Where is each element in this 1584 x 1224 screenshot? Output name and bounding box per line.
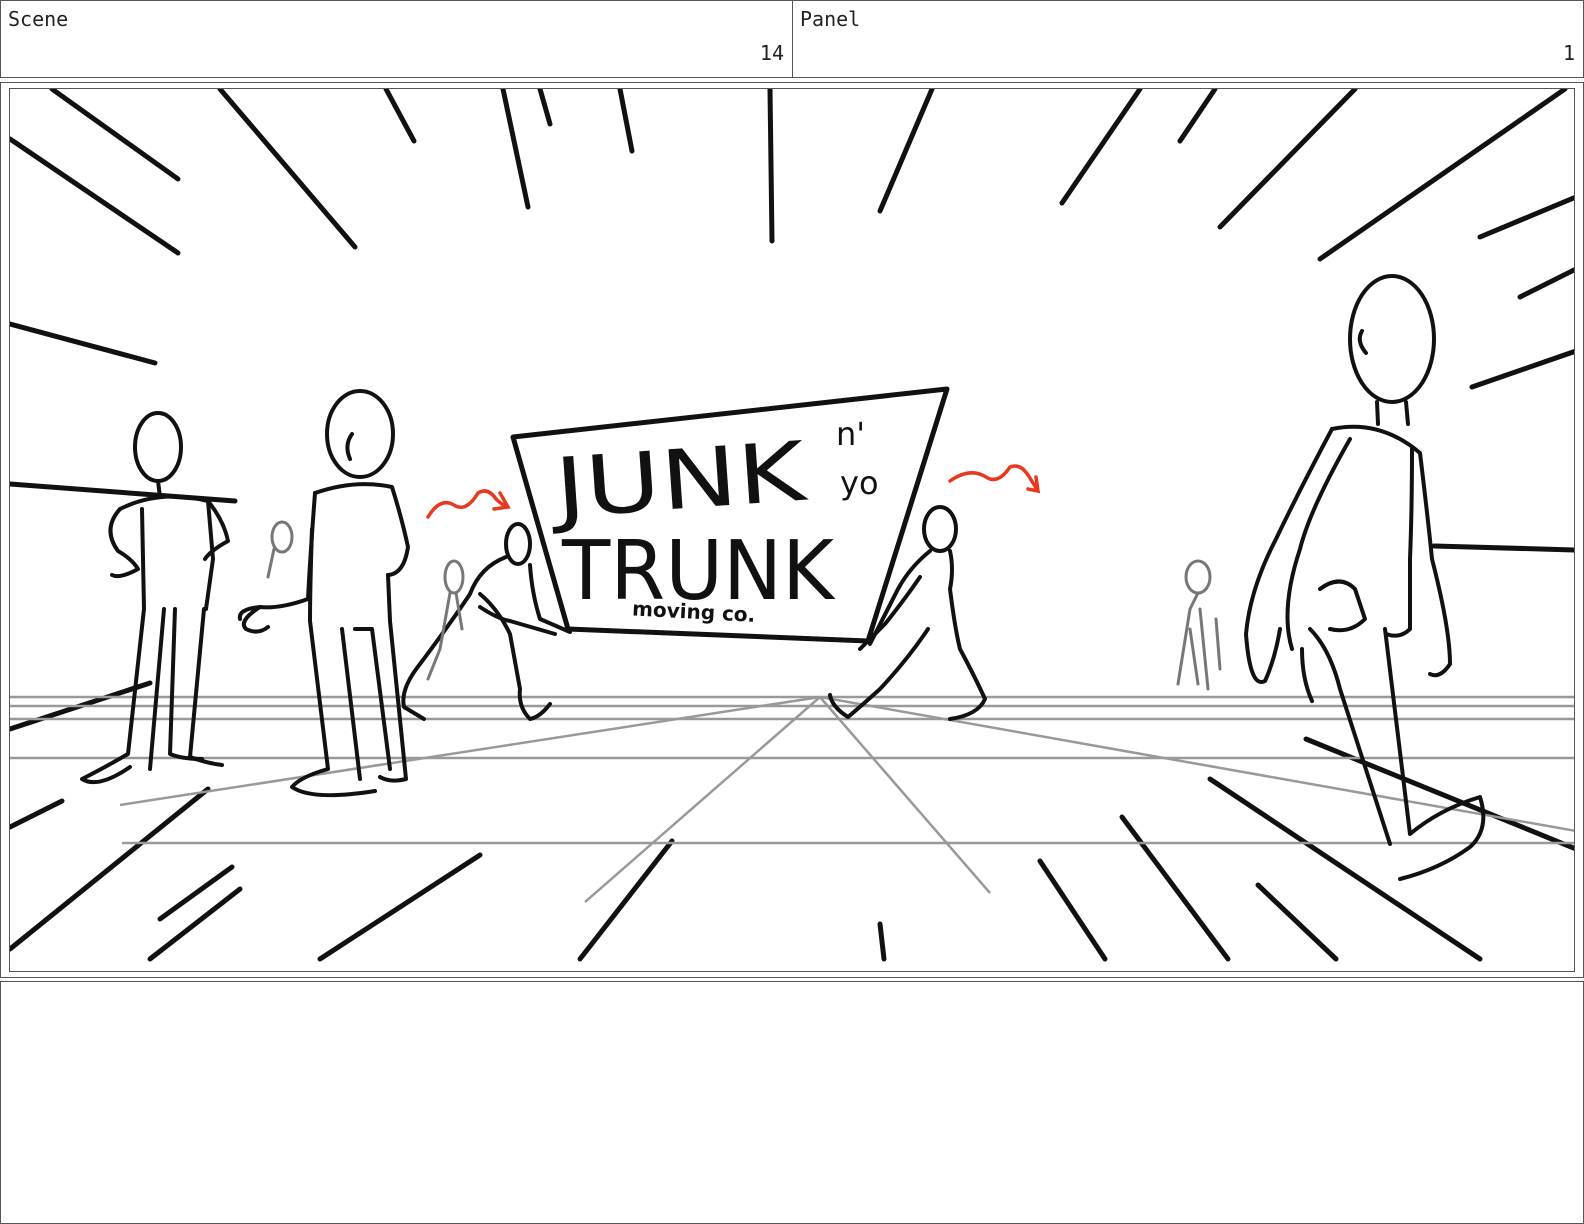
mover-right [828,505,987,721]
perspective-guides [10,695,1574,903]
notes-area [0,981,1584,1224]
background-figure-center [426,559,465,681]
scene-header: Scene 14 [0,0,793,78]
motion-arrow-left [426,489,511,519]
scene-label: Scene [8,7,69,31]
character-hands-on-hips [80,411,230,784]
character-foreground-walking [1244,274,1486,881]
scene-number: 14 [759,41,784,65]
sign-tag-yo: yo [840,464,879,502]
panel-number: 1 [1562,41,1575,65]
background-figure-right [1176,559,1222,691]
panel-label: Panel [800,7,861,31]
background-figure-left [266,520,294,579]
motion-arrow-right [948,464,1041,494]
sign-tag-n: n' [836,415,865,453]
sign-subtitle: moving co. [632,596,756,626]
character-back-view [237,389,410,798]
panel-header: Panel 1 [792,0,1584,78]
sign-line1: JUNK [546,425,811,538]
storyboard-drawing: JUNK TRUNK n' yo moving co. [9,88,1575,972]
